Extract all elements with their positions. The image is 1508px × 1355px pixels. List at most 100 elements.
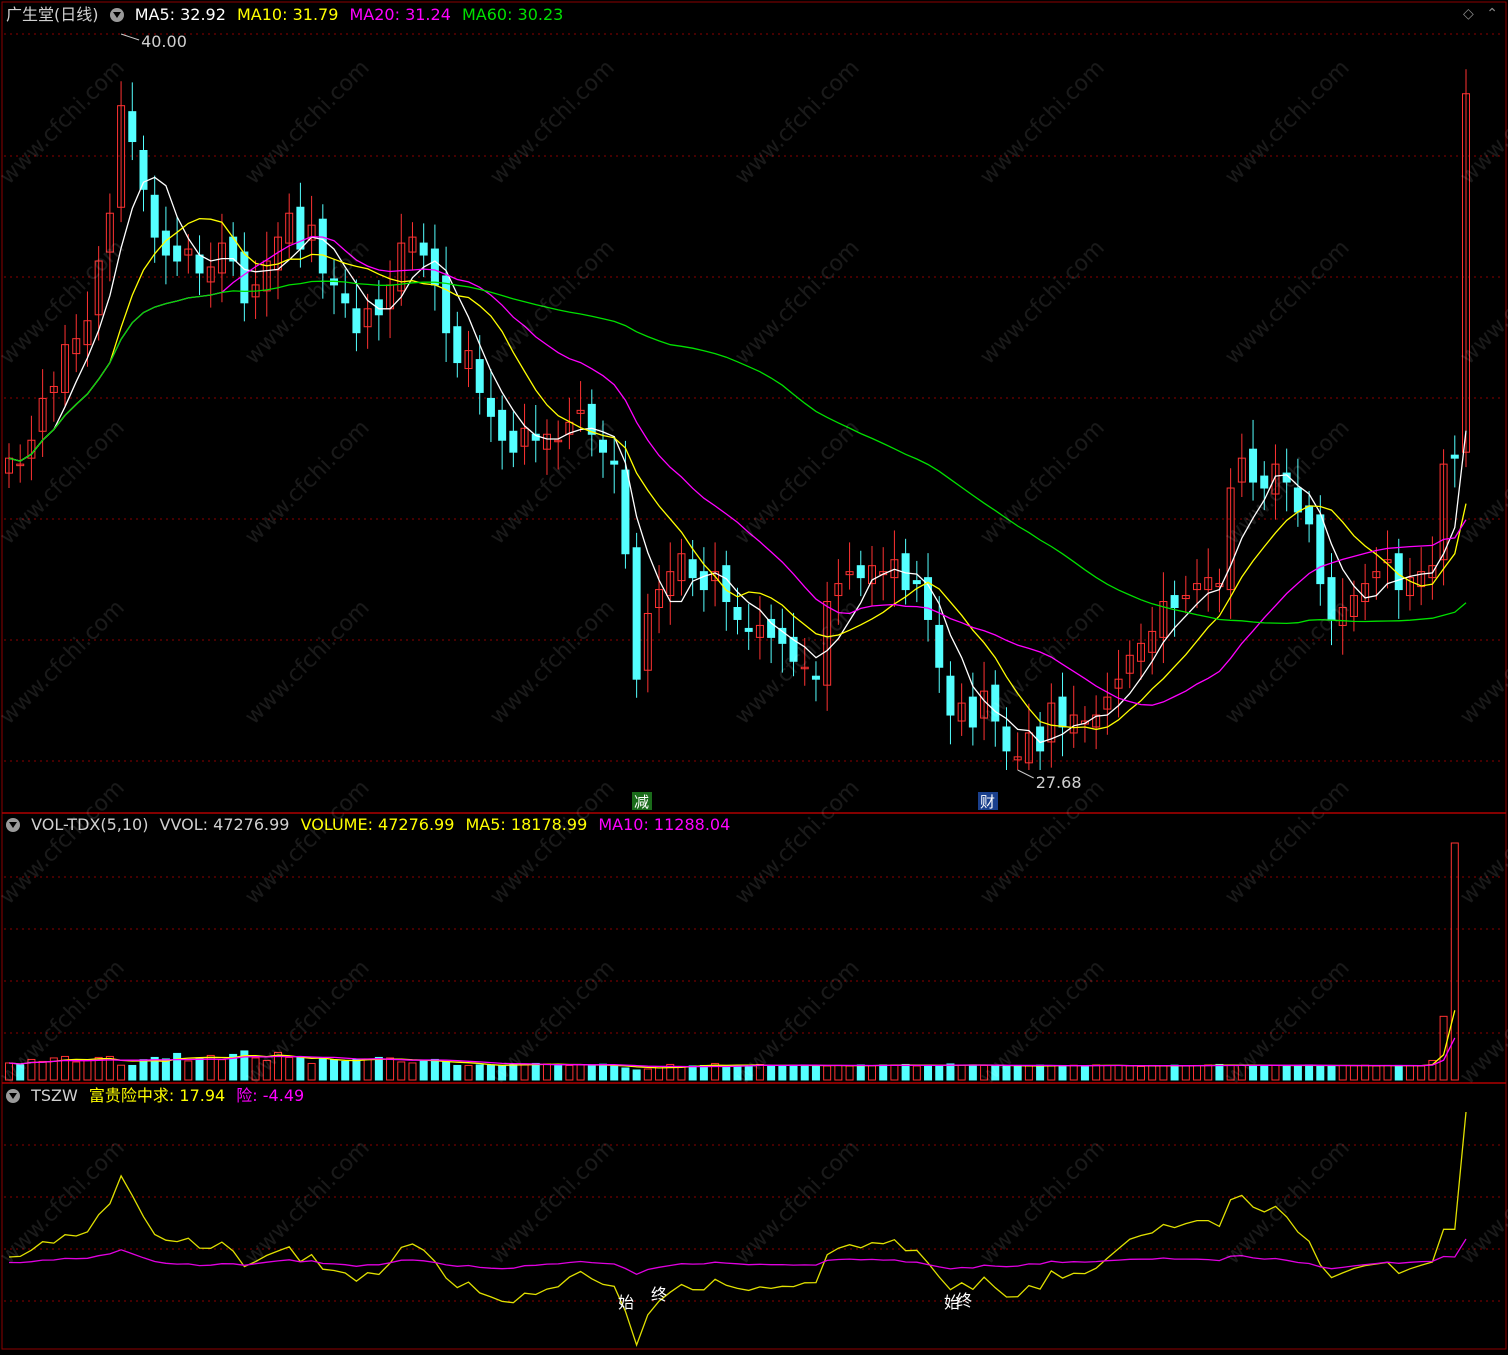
- volume-bar: [430, 1058, 439, 1081]
- high-price-label: 40.00: [141, 32, 187, 51]
- candle-body: [1450, 454, 1459, 459]
- volume-bar: [1361, 1064, 1370, 1081]
- candle-body: [240, 251, 249, 304]
- chevron-down-icon[interactable]: [6, 818, 20, 832]
- candle-body: [498, 409, 507, 441]
- volume-bar: [834, 1064, 843, 1081]
- candle-body: [430, 248, 439, 286]
- volume-bar: [890, 1064, 899, 1081]
- volume-bar: [957, 1064, 966, 1081]
- candle-body: [1316, 514, 1325, 585]
- tszw-indicator-name: TSZW: [31, 1086, 78, 1105]
- candle-body: [150, 194, 159, 238]
- volume-bar: [318, 1058, 327, 1081]
- candle-body: [856, 565, 865, 579]
- volume-bar: [879, 1064, 888, 1081]
- volume-bar: [1405, 1065, 1414, 1081]
- volume-bar: [386, 1057, 395, 1081]
- candle-body: [173, 245, 182, 262]
- candle-body: [621, 469, 630, 555]
- volume-bar: [554, 1063, 563, 1081]
- candle-body: [486, 397, 495, 417]
- candle-body: [632, 547, 641, 680]
- candle-body: [1249, 448, 1258, 483]
- ma10-label: MA10: 31.79: [237, 5, 339, 24]
- volume-bar: [789, 1064, 798, 1081]
- volume-bar: [307, 1062, 316, 1081]
- tag-cai: 财: [980, 793, 995, 811]
- diamond-icon[interactable]: ◇: [1463, 6, 1474, 22]
- volume-bar: [823, 1065, 832, 1081]
- candle-body: [475, 359, 484, 393]
- volume-bar: [1036, 1064, 1045, 1081]
- volume-bar: [1450, 842, 1459, 1081]
- high-pointer: [120, 33, 140, 41]
- stock-name: 广生堂(日线): [6, 5, 99, 24]
- candle-body: [128, 111, 137, 143]
- volume-bar: [38, 1060, 47, 1081]
- low-pointer: [1017, 769, 1034, 779]
- volume-bar: [901, 1063, 910, 1081]
- volume-bar: [1114, 1064, 1123, 1081]
- low-price-label: 27.68: [1036, 773, 1082, 792]
- candle-body: [1305, 505, 1314, 525]
- price-panel-header: 广生堂(日线) MA5: 32.92 MA10: 31.79 MA20: 31.…: [6, 5, 569, 25]
- volume-bar: [643, 1068, 652, 1081]
- volume-bar: [935, 1065, 944, 1081]
- ma5-line: [8, 176, 1467, 744]
- volume-bar: [117, 1064, 126, 1081]
- volume-bar: [352, 1058, 361, 1081]
- candle-body: [352, 308, 361, 334]
- chevron-down-icon[interactable]: [6, 1089, 20, 1103]
- candle-body: [509, 430, 518, 453]
- vvol-label: VVOL: 47276.99: [159, 815, 290, 834]
- volume-bar: [139, 1059, 148, 1081]
- volume-bar: [1349, 1065, 1358, 1081]
- stock-chart-window[interactable]: 40.00 27.68 减财始终始终 广生堂(日线) MA5: 32.92 MA10…: [0, 0, 1508, 1351]
- volume-bar: [1316, 1065, 1325, 1081]
- volume-bar: [1372, 1065, 1381, 1081]
- volume-bar: [341, 1060, 350, 1081]
- volume-bar: [621, 1067, 630, 1081]
- volume-bar: [464, 1064, 473, 1081]
- volume-bar: [1394, 1064, 1403, 1081]
- marker-start-1: 始: [618, 1293, 634, 1312]
- volume-bar: [1013, 1064, 1022, 1081]
- volume-bar: [1136, 1065, 1145, 1081]
- volume-bar: [184, 1060, 193, 1081]
- volume-bar: [1293, 1064, 1302, 1081]
- tszw-panel-header: TSZW 富贵险中求: 17.94 险: -4.49: [6, 1086, 310, 1106]
- volume-bar: [1383, 1064, 1392, 1081]
- candle-body: [341, 293, 350, 304]
- volume-bar: [1058, 1064, 1067, 1081]
- tszw-line2-label: 险: -4.49: [236, 1086, 305, 1105]
- volume-bar: [800, 1064, 809, 1081]
- volume-bar: [677, 1065, 686, 1081]
- volume-bar: [1305, 1064, 1314, 1081]
- volume-bar: [408, 1062, 417, 1081]
- candle-body: [453, 326, 462, 364]
- volume-bar: [587, 1065, 596, 1081]
- candle-body: [744, 627, 753, 632]
- candle-body: [1002, 726, 1011, 752]
- volume-bar: [1092, 1064, 1101, 1081]
- volume-bar: [1103, 1064, 1112, 1081]
- volume-bar: [1080, 1065, 1089, 1081]
- ma20-line: [8, 235, 1467, 706]
- volume-panel-header: VOL-TDX(5,10) VVOL: 47276.99 VOLUME: 472…: [6, 815, 736, 835]
- volume-bar: [195, 1057, 204, 1081]
- volume-bar: [419, 1060, 428, 1081]
- panel-corner-icons[interactable]: ◇ ⌃: [1463, 6, 1498, 22]
- volume-bar: [1282, 1065, 1291, 1081]
- candle-body: [912, 580, 921, 585]
- candle-body: [1058, 696, 1067, 728]
- volume-bar: [397, 1061, 406, 1081]
- collapse-icon[interactable]: ⌃: [1486, 6, 1498, 22]
- volume-bar: [1439, 1015, 1448, 1081]
- volume-bar: [1193, 1064, 1202, 1081]
- candle-body: [318, 218, 327, 274]
- vol-ma10-label: MA10: 11288.04: [598, 815, 731, 834]
- chevron-down-icon[interactable]: [109, 8, 124, 22]
- volume-bar: [1181, 1065, 1190, 1081]
- volume-bar: [778, 1064, 787, 1081]
